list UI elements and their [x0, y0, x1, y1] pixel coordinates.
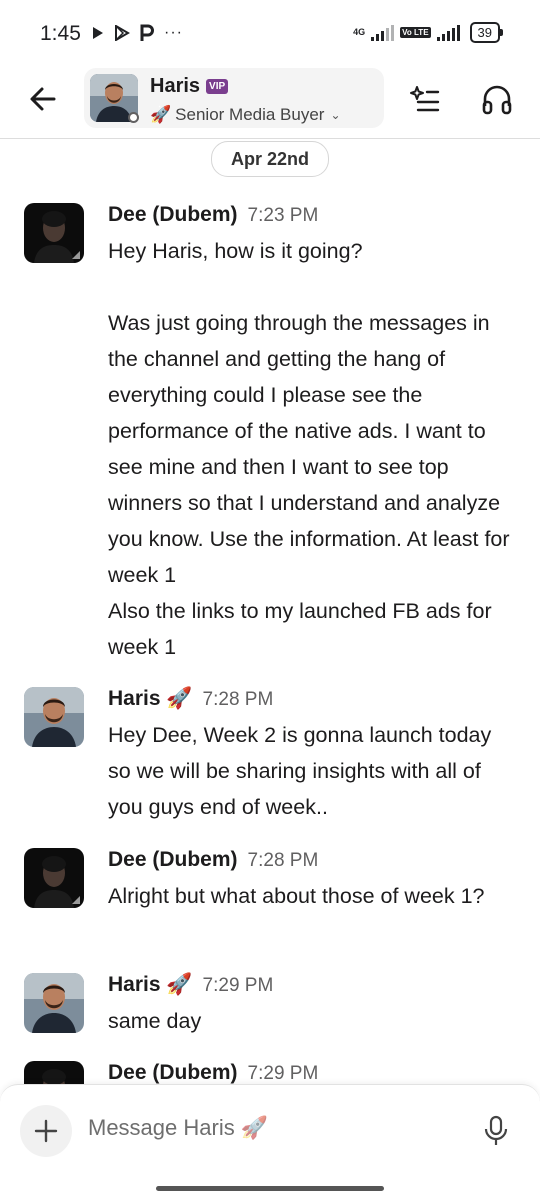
chevron-down-icon: ⌄ [330, 108, 341, 122]
message-input-placeholder: Message Haris [88, 1115, 235, 1140]
message-author: Haris [108, 973, 161, 996]
message-body: Hey Haris, how is it going? Was just goi… [108, 233, 518, 665]
signal-2-icon [436, 24, 460, 41]
contact-status-text: Senior Media Buyer [175, 105, 325, 124]
rocket-emoji: 🚀 [240, 1115, 269, 1140]
status-time: 1:45 [40, 22, 81, 45]
status-bar: 1:45 ··· 4G Vo LTE 39 [0, 0, 540, 64]
contact-profile-chip[interactable]: Haris VIP 🚀 Senior Media Buyer ⌄ [84, 68, 384, 128]
message-body: Hey Dee, Week 2 is gonna launch today so… [108, 717, 518, 825]
message-timestamp: 7:29 PM [202, 975, 274, 996]
message-input[interactable]: Message Haris 🚀 [88, 1115, 268, 1141]
ai-summary-button[interactable] [408, 82, 442, 116]
message-author[interactable]: Dee (Dubem) [108, 203, 238, 227]
rocket-emoji: 🚀 [166, 687, 193, 710]
huddle-button[interactable] [480, 82, 514, 116]
plus-icon [34, 1119, 58, 1143]
vip-badge: VIP [206, 79, 229, 94]
contact-name: Haris [150, 75, 201, 97]
message-author[interactable]: Dee (Dubem) [108, 1061, 238, 1085]
ai-summary-icon [410, 86, 440, 112]
avatar-dee-image [24, 203, 84, 263]
microphone-button[interactable] [482, 1115, 510, 1147]
play-triangle-icon [115, 25, 130, 41]
home-gesture-bar[interactable] [156, 1186, 384, 1191]
status-system-icons: 4G Vo LTE 39 [353, 22, 504, 43]
volte-label: Vo LTE [400, 27, 431, 38]
message-timestamp: 7:29 PM [247, 1063, 319, 1084]
avatar[interactable] [24, 687, 84, 747]
battery-icon: 39 [469, 22, 504, 43]
message-paragraph: Hey Haris, how is it going? [108, 239, 363, 263]
network-4g-label: 4G [353, 27, 366, 37]
message-author: Haris [108, 687, 161, 710]
avatar-haris-image [24, 973, 84, 1033]
message-timestamp: 7:28 PM [202, 689, 274, 710]
message-author[interactable]: Dee (Dubem) [108, 848, 238, 872]
rocket-emoji: 🚀 [150, 105, 172, 124]
play-store-icon [93, 27, 103, 39]
avatar[interactable] [24, 973, 84, 1033]
message-paragraph: same day [108, 1009, 202, 1033]
avatar[interactable] [24, 848, 84, 908]
message-paragraph: Alright but what about those of week 1? [108, 884, 485, 908]
message-paragraph: Was just going through the messages in t… [108, 311, 510, 659]
signal-1-icon [371, 24, 395, 41]
rocket-emoji: 🚀 [166, 973, 193, 996]
avatar-haris-image [24, 687, 84, 747]
add-attachment-button[interactable] [20, 1105, 72, 1157]
message-timestamp: 7:28 PM [247, 850, 319, 871]
presence-indicator [128, 112, 139, 123]
message-body: Alright but what about those of week 1? [108, 878, 518, 914]
status-notification-icons: ··· [92, 24, 183, 42]
p-icon [140, 24, 154, 41]
date-divider[interactable]: Apr 22nd [211, 141, 329, 177]
back-button[interactable] [26, 82, 60, 116]
message-timestamp: 7:23 PM [247, 205, 319, 226]
message-body: same day [108, 1003, 518, 1039]
headphones-icon [482, 85, 512, 115]
microphone-icon [484, 1115, 508, 1145]
message-paragraph: Hey Dee, Week 2 is gonna launch today so… [108, 723, 492, 819]
more-dots-icon: ··· [164, 24, 183, 41]
avatar[interactable] [24, 203, 84, 263]
conversation-header: Haris VIP 🚀 Senior Media Buyer ⌄ [0, 64, 540, 139]
message-composer: Message Haris 🚀 [0, 1084, 540, 1201]
avatar-dee-image [24, 848, 84, 908]
